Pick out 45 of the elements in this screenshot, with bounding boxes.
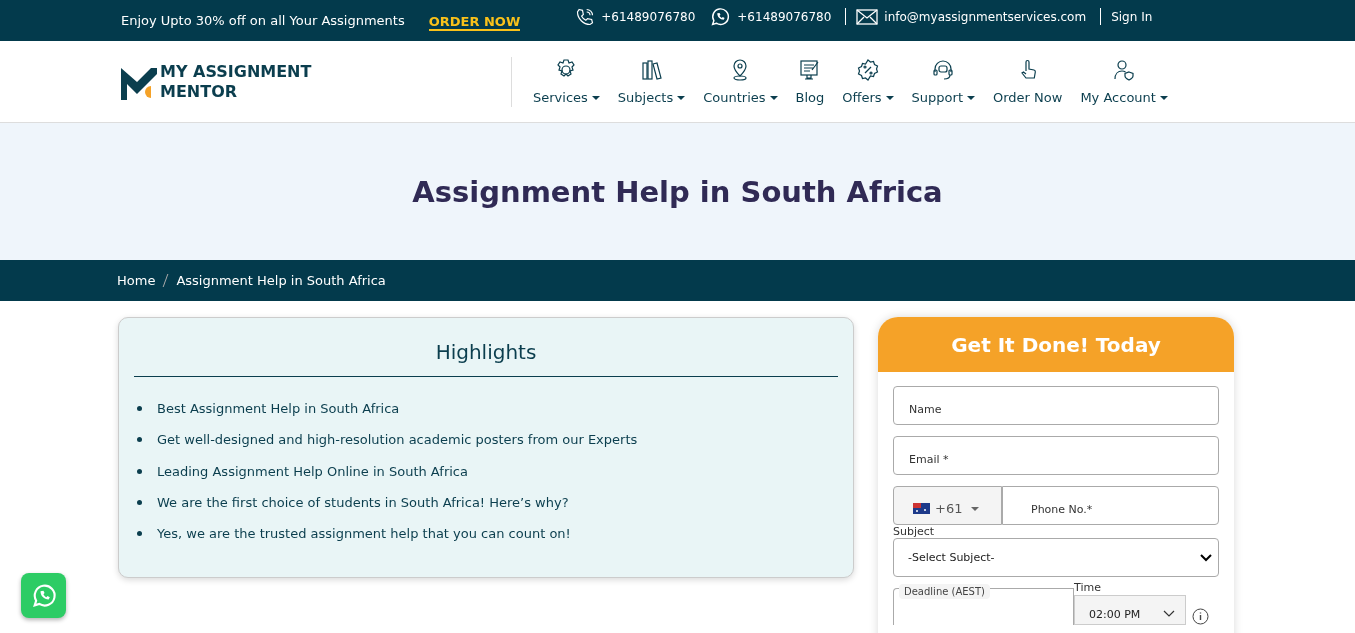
contact-link[interactable]: +61489076780 [737,9,832,24]
nav-item[interactable]: Services [524,58,609,105]
subject-select[interactable]: -Select Subject- [893,538,1219,577]
highlight-item: Get well-designed and high-resolution academic posters from our Experts [157,432,638,448]
chevron-down-icon [1163,610,1175,618]
form-title: Get It Done! Today [951,332,1161,357]
promo-text: Enjoy Upto 30% off on all Your Assignments [121,13,405,28]
chevron-down-icon [1200,553,1212,562]
page-title: Assignment Help in South Africa [412,174,943,209]
highlight-item: Best Assignment Help in South Africa [157,401,400,417]
user-shield-icon [1112,58,1137,82]
sign-in-link[interactable]: Sign In [1111,9,1153,24]
breadcrumb-link[interactable]: Assignment Help in South Africa [176,273,386,288]
logo-text: MENTOR [160,81,239,102]
highlights-title: Highlights [134,318,838,377]
nav-item[interactable]: Blog [786,58,834,105]
headset-icon [931,58,956,82]
highlight-item: Yes, we are the trusted assignment help that you can count on! [157,526,571,542]
mail-icon [856,7,879,26]
phone-icon [575,6,596,27]
nav-item[interactable]: Countries [694,58,787,105]
percent-badge-icon [855,58,880,82]
nav-item[interactable]: My Account [1071,58,1177,105]
nav-item[interactable]: Subjects [608,58,695,105]
contact-link[interactable]: info@myassignmentservices.com [884,9,1087,24]
whatsapp-icon [709,5,732,28]
country-code-select[interactable]: +61 [893,486,1002,525]
email-field[interactable]: Email * [893,436,1219,475]
highlight-item: We are the first choice of students in South Africa! Here’s why? [157,495,569,511]
time-label: Time [1074,581,1102,594]
nav-item[interactable]: Order Now [984,58,1072,105]
logo-text: MY ASSIGNMENT [160,61,312,82]
nav-item[interactable]: Offers [833,58,903,105]
order-now-link[interactable]: ORDER NOW [428,13,521,31]
contact-link[interactable]: +61489076780 [601,9,696,24]
highlight-item: Leading Assignment Help Online in South Africa [157,463,468,479]
name-field[interactable]: Name [893,386,1219,425]
time-select[interactable]: 02:00 PM [1074,595,1186,625]
books-icon [639,58,664,82]
info-icon[interactable] [1192,608,1209,625]
subject-label: Subject [893,525,936,538]
breadcrumb-link[interactable]: Home [117,273,156,288]
phone-field[interactable]: Phone No.* [1002,486,1219,525]
flag-icon [913,503,930,514]
nav-item[interactable]: Support [902,58,984,105]
